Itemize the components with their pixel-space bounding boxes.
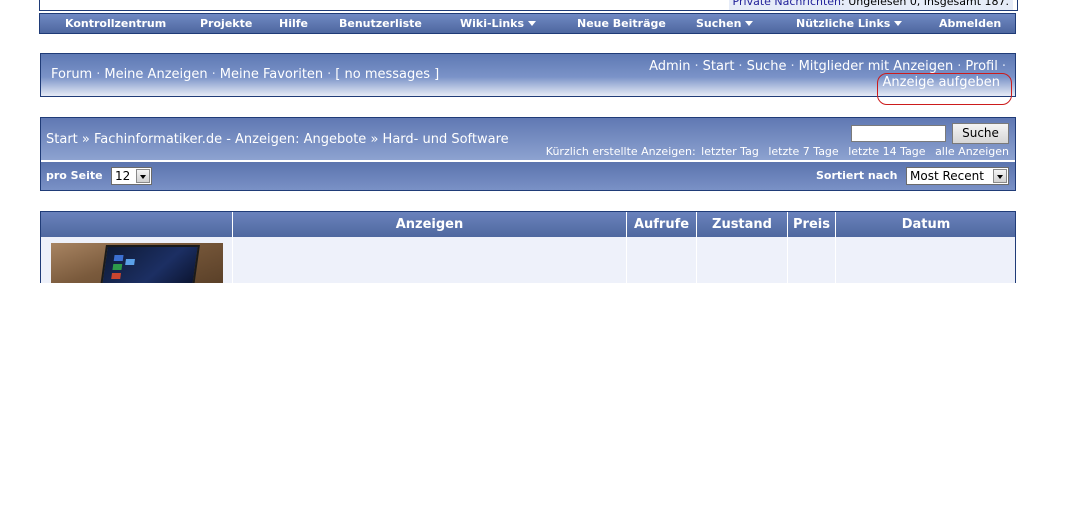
search-input[interactable] [851, 125, 946, 142]
nav-separator: · [738, 59, 743, 74]
sort-select[interactable]: Most Recent [906, 167, 1009, 185]
per-page-value: 12 [115, 169, 131, 183]
link-meine-anzeigen[interactable]: Meine Anzeigen [104, 67, 207, 82]
link-suche[interactable]: Suche [747, 59, 787, 74]
nav-neue-beitraege[interactable]: Neue Beiträge [577, 14, 666, 33]
chevron-down-icon [993, 169, 1007, 183]
nav-suchen[interactable]: Suchen [696, 14, 754, 33]
private-messages-counts: : Ungelesen 0, Insgesamt 187. [841, 0, 1009, 8]
nav-abmelden[interactable]: Abmelden [939, 14, 1001, 33]
nav-projekte[interactable]: Projekte [200, 14, 252, 33]
recent-letzter-tag[interactable]: letzter Tag [701, 145, 759, 158]
private-messages-status: Private Nachrichten: Ungelesen 0, Insges… [728, 0, 1013, 10]
breadcrumb: Start » Fachinformatiker.de - Anzeigen: … [46, 132, 509, 147]
private-messages-link[interactable]: Private Nachrichten [733, 0, 842, 8]
nav-separator: · [694, 59, 699, 74]
breadcrumb-start[interactable]: Start [46, 132, 78, 147]
link-admin[interactable]: Admin [649, 59, 690, 74]
table-cell [627, 237, 696, 283]
nav-wiki-links[interactable]: Wiki-Links [460, 14, 537, 33]
nav-separator: · [327, 67, 332, 82]
nav-separator: · [1001, 59, 1006, 74]
header-anzeigen[interactable]: Anzeigen [233, 212, 626, 237]
nav-hilfe[interactable]: Hilfe [279, 14, 308, 33]
link-mitglieder-mit-anzeigen[interactable]: Mitglieder mit Anzeigen [799, 59, 954, 74]
table-cell [697, 237, 787, 283]
search-button[interactable]: Suche [952, 123, 1009, 144]
breadcrumb-angebote[interactable]: Fachinformatiker.de - Anzeigen: Angebote [94, 132, 366, 147]
classifieds-nav-left: Forum · Meine Anzeigen · Meine Favoriten ·[ n… [51, 67, 439, 82]
breadcrumb-hard-software[interactable]: Hard- und Software [383, 132, 509, 147]
nav-kontrollzentrum[interactable]: Kontrollzentrum [65, 14, 166, 33]
table-cell [233, 237, 626, 283]
header-datum[interactable]: Datum [836, 212, 1015, 237]
tile [113, 255, 124, 261]
link-profil[interactable]: Profil [965, 59, 997, 74]
nav-wiki-links-label: Wiki-Links [460, 17, 525, 30]
breadcrumb-separator: » [81, 132, 90, 147]
nav-benutzerliste[interactable]: Benutzerliste [339, 14, 422, 33]
link-meine-favoriten[interactable]: Meine Favoriten [220, 67, 323, 82]
red-highlight-circle [877, 73, 1012, 105]
main-nav-bar: Kontrollzentrum Projekte Hilfe Benutzerl… [39, 13, 1016, 34]
chevron-down-icon [528, 21, 537, 26]
header-image [41, 212, 232, 237]
recent-letzte-14-tage[interactable]: letzte 14 Tage [848, 145, 925, 158]
recent-alle-anzeigen[interactable]: alle Anzeigen [935, 145, 1009, 158]
sort-label: Sortiert nach [816, 169, 898, 182]
sort-value: Most Recent [910, 169, 984, 183]
tile [112, 264, 123, 270]
per-page-label: pro Seite [46, 169, 103, 182]
classifieds-nav-right: Admin · Start · Suche · Mitglieder mit Anzeige… [649, 59, 1010, 74]
chevron-down-icon [136, 169, 150, 183]
recent-letzte-7-tage[interactable]: letzte 7 Tage [768, 145, 838, 158]
tile [111, 273, 122, 279]
nav-separator: · [96, 67, 101, 82]
top-header-remnant: Private Nachrichten: Ungelesen 0, Insges… [39, 0, 1018, 11]
nav-nuetzliche-links[interactable]: Nützliche Links [796, 14, 903, 33]
listing-thumbnail-image[interactable] [51, 243, 223, 283]
table-cell [836, 237, 1015, 283]
table-cell [788, 237, 835, 283]
recent-ads-links: Kürzlich erstellte Anzeigen: letzter Tag… [546, 145, 1009, 158]
tile [125, 259, 135, 265]
header-aufrufe[interactable]: Aufrufe [627, 212, 696, 237]
nav-separator: · [957, 59, 962, 74]
link-messages[interactable]: [ no messages ] [335, 67, 439, 82]
nav-separator: · [790, 59, 795, 74]
laptop-screen [100, 245, 200, 283]
link-forum[interactable]: Forum [51, 67, 92, 82]
nav-separator: · [211, 67, 216, 82]
chevron-down-icon [745, 21, 754, 26]
header-zustand[interactable]: Zustand [697, 212, 787, 237]
header-preis[interactable]: Preis [788, 212, 835, 237]
nav-suchen-label: Suchen [696, 17, 742, 30]
recent-ads-label: Kürzlich erstellte Anzeigen: [545, 145, 696, 158]
chevron-down-icon [894, 21, 903, 26]
per-page-select[interactable]: 12 [111, 167, 152, 185]
link-start[interactable]: Start [703, 59, 735, 74]
breadcrumb-separator: » [370, 132, 379, 147]
nav-nuetzliche-links-label: Nützliche Links [796, 17, 891, 30]
